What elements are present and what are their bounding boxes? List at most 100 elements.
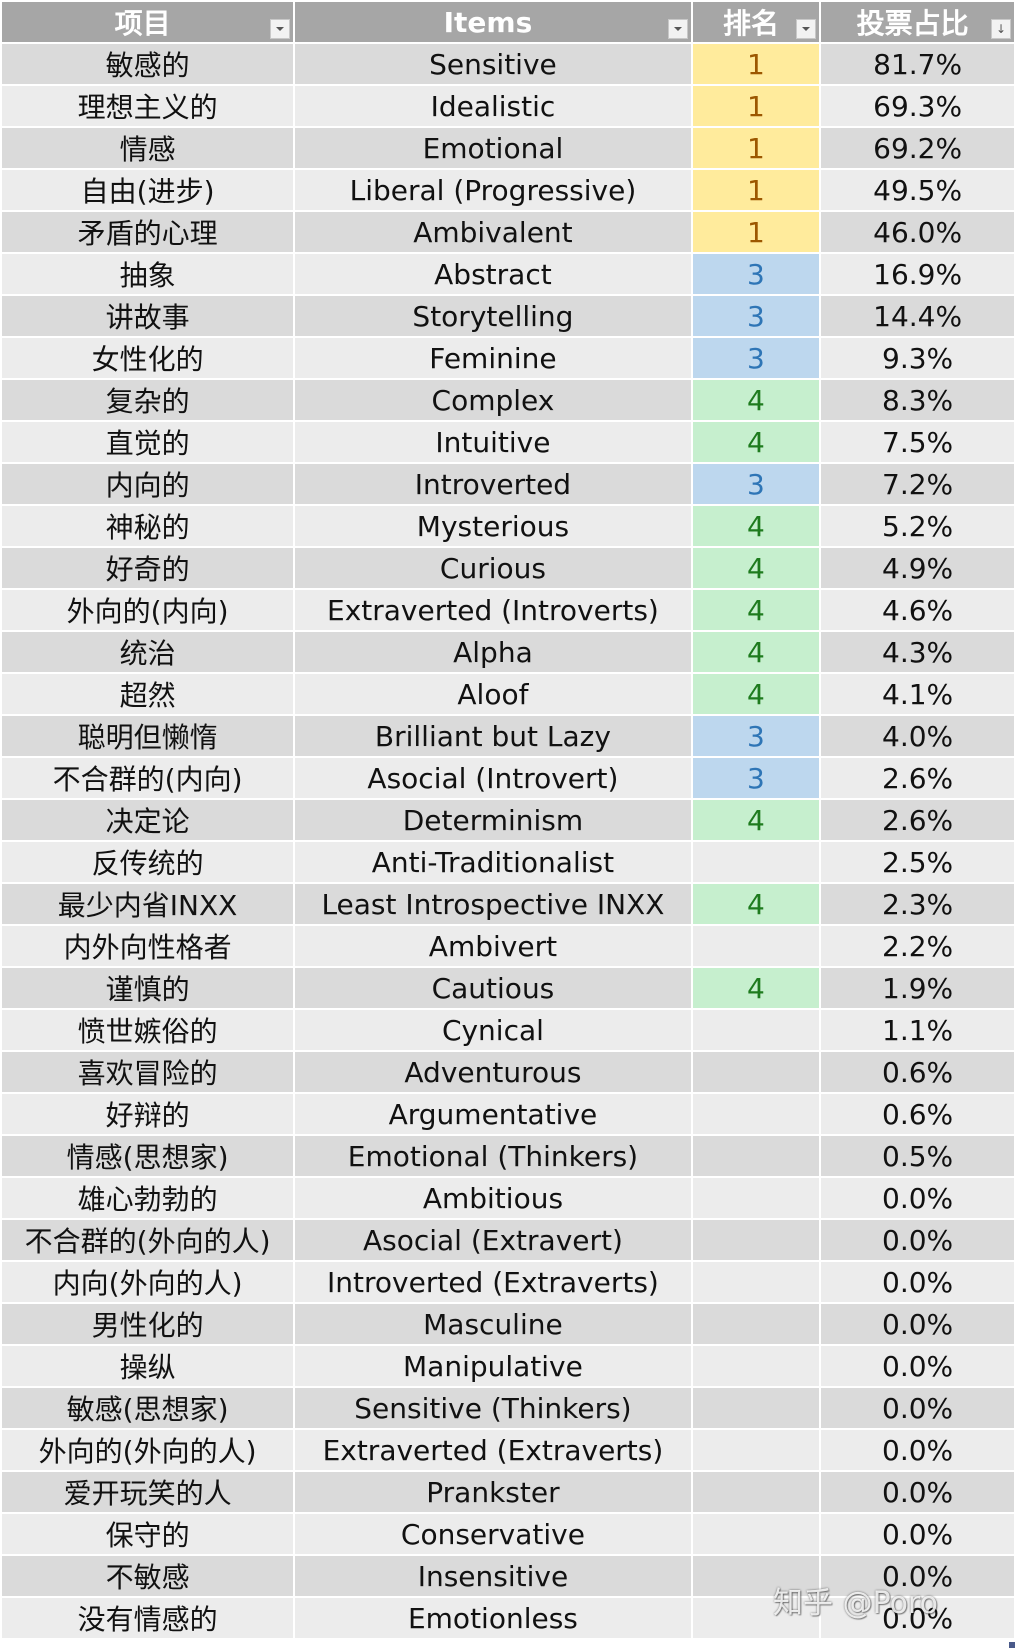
cell-item-en[interactable]: Insensitive [295, 1556, 691, 1596]
cell-rank[interactable]: 4 [692, 590, 820, 630]
column-header-pct[interactable]: 投票占比 ↓ [821, 2, 1014, 42]
cell-item-en[interactable]: Idealistic [295, 86, 691, 126]
cell-item-en[interactable]: Introverted [295, 464, 691, 504]
cell-item-en[interactable]: Manipulative [295, 1346, 691, 1386]
cell-item-cn[interactable]: 操纵 [2, 1346, 294, 1386]
cell-item-cn[interactable]: 决定论 [2, 800, 294, 840]
cell-rank[interactable]: 1 [692, 86, 820, 126]
cell-rank[interactable]: 1 [692, 170, 820, 210]
cell-item-en[interactable]: Emotional [295, 128, 691, 168]
cell-rank[interactable] [692, 1514, 820, 1554]
cell-rank[interactable] [692, 1052, 820, 1092]
cell-item-cn[interactable]: 超然 [2, 674, 294, 714]
cell-item-cn[interactable]: 讲故事 [2, 296, 294, 336]
cell-item-cn[interactable]: 内向的 [2, 464, 294, 504]
cell-item-cn[interactable]: 好辩的 [2, 1094, 294, 1134]
cell-item-cn[interactable]: 复杂的 [2, 380, 294, 420]
filter-dropdown-icon[interactable] [796, 19, 817, 39]
cell-vote-share[interactable]: 69.3% [821, 86, 1014, 126]
cell-item-cn[interactable]: 直觉的 [2, 422, 294, 462]
cell-item-cn[interactable]: 男性化的 [2, 1304, 294, 1344]
cell-item-en[interactable]: Adventurous [295, 1052, 691, 1092]
cell-item-en[interactable]: Introverted (Extraverts) [295, 1262, 691, 1302]
cell-item-en[interactable]: Prankster [295, 1472, 691, 1512]
cell-item-en[interactable]: Asocial (Introvert) [295, 758, 691, 798]
cell-vote-share[interactable]: 0.6% [821, 1094, 1014, 1134]
cell-rank[interactable]: 4 [692, 548, 820, 588]
cell-item-cn[interactable]: 喜欢冒险的 [2, 1052, 294, 1092]
cell-item-cn[interactable]: 神秘的 [2, 506, 294, 546]
cell-rank[interactable]: 3 [692, 254, 820, 294]
cell-rank[interactable]: 3 [692, 296, 820, 336]
cell-item-en[interactable]: Abstract [295, 254, 691, 294]
cell-rank[interactable] [692, 1262, 820, 1302]
cell-vote-share[interactable]: 2.6% [821, 758, 1014, 798]
filter-dropdown-icon[interactable] [270, 19, 291, 39]
cell-item-cn[interactable]: 好奇的 [2, 548, 294, 588]
cell-vote-share[interactable]: 2.2% [821, 926, 1014, 966]
cell-rank[interactable] [692, 1598, 820, 1638]
cell-vote-share[interactable]: 0.6% [821, 1052, 1014, 1092]
cell-item-cn[interactable]: 聪明但懒惰 [2, 716, 294, 756]
cell-item-en[interactable]: Argumentative [295, 1094, 691, 1134]
cell-item-cn[interactable]: 没有情感的 [2, 1598, 294, 1638]
cell-item-cn[interactable]: 敏感(思想家) [2, 1388, 294, 1428]
cell-item-cn[interactable]: 不合群的(内向) [2, 758, 294, 798]
cell-item-cn[interactable]: 自由(进步) [2, 170, 294, 210]
cell-item-cn[interactable]: 敏感的 [2, 44, 294, 84]
cell-vote-share[interactable]: 46.0% [821, 212, 1014, 252]
cell-rank[interactable]: 3 [692, 758, 820, 798]
cell-vote-share[interactable]: 7.5% [821, 422, 1014, 462]
cell-rank[interactable]: 4 [692, 422, 820, 462]
cell-item-en[interactable]: Extraverted (Extraverts) [295, 1430, 691, 1470]
cell-item-cn[interactable]: 统治 [2, 632, 294, 672]
cell-vote-share[interactable]: 4.3% [821, 632, 1014, 672]
cell-item-cn[interactable]: 谨慎的 [2, 968, 294, 1008]
cell-vote-share[interactable]: 8.3% [821, 380, 1014, 420]
cell-rank[interactable] [692, 1136, 820, 1176]
cell-vote-share[interactable]: 0.5% [821, 1136, 1014, 1176]
filter-dropdown-icon[interactable] [667, 19, 688, 39]
cell-item-en[interactable]: Curious [295, 548, 691, 588]
cell-vote-share[interactable]: 16.9% [821, 254, 1014, 294]
cell-item-cn[interactable]: 保守的 [2, 1514, 294, 1554]
cell-item-cn[interactable]: 不合群的(外向的人) [2, 1220, 294, 1260]
cell-rank[interactable]: 4 [692, 674, 820, 714]
cell-rank[interactable] [692, 1556, 820, 1596]
cell-item-en[interactable]: Emotional (Thinkers) [295, 1136, 691, 1176]
cell-vote-share[interactable]: 14.4% [821, 296, 1014, 336]
cell-rank[interactable] [692, 1220, 820, 1260]
cell-rank[interactable]: 3 [692, 338, 820, 378]
cell-item-en[interactable]: Liberal (Progressive) [295, 170, 691, 210]
cell-vote-share[interactable]: 0.0% [821, 1346, 1014, 1386]
column-header-en[interactable]: Items [295, 2, 691, 42]
cell-item-cn[interactable]: 反传统的 [2, 842, 294, 882]
cell-item-cn[interactable]: 矛盾的心理 [2, 212, 294, 252]
cell-vote-share[interactable]: 0.0% [821, 1262, 1014, 1302]
column-header-rank[interactable]: 排名 [692, 2, 820, 42]
cell-rank[interactable]: 3 [692, 464, 820, 504]
cell-vote-share[interactable]: 49.5% [821, 170, 1014, 210]
cell-vote-share[interactable]: 4.6% [821, 590, 1014, 630]
cell-item-en[interactable]: Sensitive (Thinkers) [295, 1388, 691, 1428]
cell-rank[interactable] [692, 1388, 820, 1428]
cell-rank[interactable] [692, 842, 820, 882]
cell-item-en[interactable]: Feminine [295, 338, 691, 378]
cell-item-cn[interactable]: 内向(外向的人) [2, 1262, 294, 1302]
cell-vote-share[interactable]: 1.9% [821, 968, 1014, 1008]
cell-vote-share[interactable]: 0.0% [821, 1220, 1014, 1260]
cell-item-en[interactable]: Asocial (Extravert) [295, 1220, 691, 1260]
cell-rank[interactable]: 4 [692, 968, 820, 1008]
cell-rank[interactable] [692, 1346, 820, 1386]
cell-item-en[interactable]: Cautious [295, 968, 691, 1008]
cell-rank[interactable]: 3 [692, 716, 820, 756]
cell-item-en[interactable]: Emotionless [295, 1598, 691, 1638]
cell-item-en[interactable]: Intuitive [295, 422, 691, 462]
cell-rank[interactable] [692, 1304, 820, 1344]
cell-item-en[interactable]: Complex [295, 380, 691, 420]
cell-vote-share[interactable]: 1.1% [821, 1010, 1014, 1050]
cell-item-en[interactable]: Ambivalent [295, 212, 691, 252]
cell-vote-share[interactable]: 4.1% [821, 674, 1014, 714]
cell-item-cn[interactable]: 爱开玩笑的人 [2, 1472, 294, 1512]
cell-item-en[interactable]: Ambivert [295, 926, 691, 966]
